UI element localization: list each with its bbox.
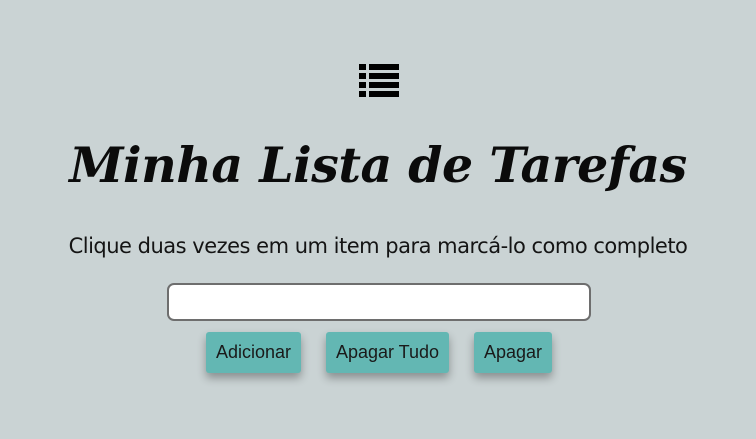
- list-icon: [359, 64, 399, 98]
- task-input[interactable]: [167, 283, 591, 321]
- instructions-text: Clique duas vezes em um item para marcá-…: [68, 234, 688, 258]
- todo-app: Minha Lista de Tarefas Clique duas vezes…: [0, 0, 756, 439]
- clear-all-button[interactable]: Apagar Tudo: [326, 332, 449, 373]
- add-button[interactable]: Adicionar: [206, 332, 301, 373]
- page-title: Minha Lista de Tarefas: [69, 136, 687, 194]
- delete-button[interactable]: Apagar: [474, 332, 552, 373]
